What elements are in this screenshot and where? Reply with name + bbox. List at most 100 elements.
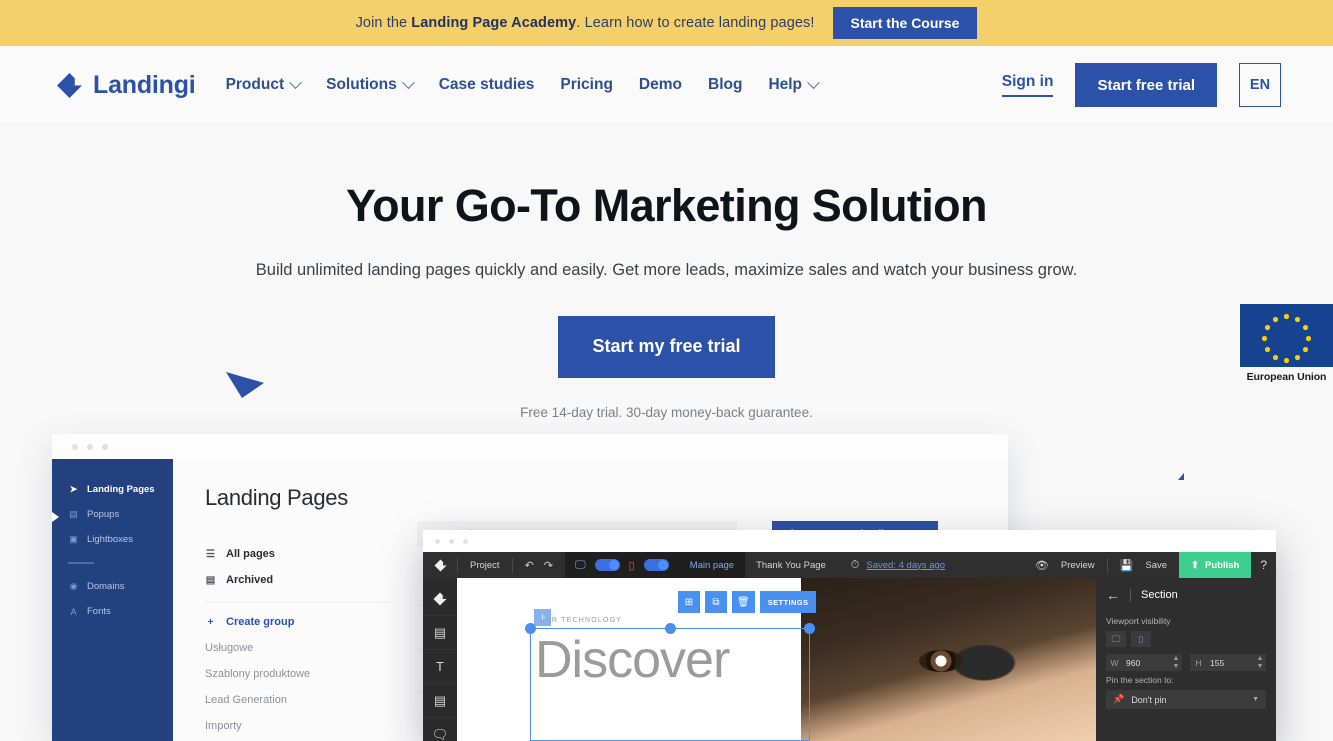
- clock-icon: ⏱: [850, 558, 860, 571]
- trash-icon[interactable]: 🗑: [732, 591, 755, 613]
- nav-item-demo[interactable]: Demo: [639, 76, 682, 94]
- resize-handle[interactable]: [665, 623, 676, 634]
- copy-icon[interactable]: ⧉: [705, 591, 727, 613]
- pin-section-select[interactable]: 📌 Don't pin ▼: [1106, 690, 1266, 709]
- nav-item-label: Demo: [638, 76, 682, 93]
- nav-item-label: Product: [225, 76, 285, 93]
- sidebar-item-landing-pages[interactable]: ➤ Landing Pages: [52, 477, 173, 502]
- logo[interactable]: Landingi: [56, 71, 196, 100]
- nav-item-solutions[interactable]: Solutions: [326, 75, 415, 94]
- redo-icon[interactable]: ↷: [544, 559, 553, 572]
- viewport-visibility-label: Viewport visibility: [1106, 616, 1171, 626]
- element-settings-button[interactable]: SETTINGS: [759, 591, 817, 613]
- nav-actions: Sign in Start free trial EN: [1001, 63, 1281, 107]
- pin-icon: 📌: [1113, 694, 1125, 704]
- sidebar-item-domains[interactable]: ◉ Domains: [52, 574, 173, 599]
- plus-icon: +: [207, 616, 214, 628]
- editor-body: ▤ T ▤ 🗨 + OUR TECHNOLOGY Discover ⊞ ⧉ 🗑 …: [423, 578, 1276, 741]
- group-item[interactable]: Usługowe: [205, 635, 391, 661]
- arrow-left-icon[interactable]: ←: [1106, 587, 1120, 603]
- resize-handle[interactable]: [525, 623, 536, 634]
- publish-label: Publish: [1205, 559, 1240, 571]
- group-item[interactable]: Importy: [205, 713, 391, 739]
- window-dot-close: [435, 538, 440, 544]
- question-mark-icon[interactable]: ?: [1251, 558, 1276, 572]
- nav-item-help[interactable]: Help: [768, 75, 820, 94]
- sidebar-item-label: Landing Pages: [87, 484, 155, 495]
- saved-status[interactable]: Saved: 4 days ago: [859, 560, 945, 571]
- sidebar-item-label: Fonts: [87, 606, 111, 617]
- publish-button[interactable]: ⬆ Publish: [1179, 552, 1252, 578]
- main-navigation: Landingi Product Solutions Case studies …: [0, 46, 1333, 125]
- sidebar-item-popups[interactable]: ▤ Popups: [52, 502, 173, 527]
- stepper-icon[interactable]: ▲ ▼: [1254, 655, 1266, 671]
- create-group-button[interactable]: + Create group: [205, 609, 391, 635]
- mobile-icon[interactable]: ▯: [629, 559, 635, 572]
- landingi-logo-icon[interactable]: [423, 558, 457, 572]
- canvas-photo: [801, 578, 1096, 741]
- sidebar-item-fonts[interactable]: A Fonts: [52, 599, 173, 624]
- button-icon[interactable]: 🗨: [423, 718, 457, 741]
- chevron-down-icon: [289, 75, 302, 89]
- create-group-label: Create group: [226, 616, 295, 628]
- tab-thank-you-page[interactable]: Thank You Page: [745, 552, 837, 578]
- text-icon[interactable]: T: [423, 650, 457, 684]
- filter-archived[interactable]: ▤ Archived: [205, 567, 391, 593]
- desktop-icon[interactable]: 🖵: [1106, 631, 1126, 647]
- section-icon[interactable]: ▤: [423, 616, 457, 650]
- width-field[interactable]: W 960 ▲ ▼: [1106, 654, 1182, 671]
- hero-section: European Union Your Go-To Marketing Solu…: [0, 125, 1333, 480]
- mobile-icon[interactable]: ▯: [1131, 631, 1151, 647]
- banner-text-before: Join the: [355, 15, 412, 31]
- undo-icon[interactable]: ↶: [525, 559, 534, 572]
- group-item[interactable]: Lead Generation: [205, 687, 391, 713]
- popup-icon: ▤: [69, 509, 78, 519]
- canvas-kicker-text: OUR TECHNOLOGY: [539, 617, 623, 624]
- height-field[interactable]: H 155 ▲ ▼: [1190, 654, 1266, 671]
- paper-plane-icon: ➤: [69, 484, 78, 494]
- filter-label: All pages: [226, 548, 275, 560]
- filter-all-pages[interactable]: ☰ All pages: [205, 541, 391, 567]
- editor-canvas[interactable]: + OUR TECHNOLOGY Discover ⊞ ⧉ 🗑 SETTINGS: [457, 578, 1096, 741]
- landingi-logo-icon[interactable]: [423, 582, 457, 616]
- preview-button[interactable]: Preview: [1049, 560, 1107, 571]
- editor-toolbar: Project ↶ ↷ 🖵 ▯ Main page Thank You Page…: [423, 552, 1276, 578]
- group-item[interactable]: Szablony produktowe: [205, 661, 391, 687]
- start-free-trial-button[interactable]: Start free trial: [1075, 63, 1217, 107]
- nav-item-label: Help: [768, 76, 803, 93]
- lightbox-icon: ▣: [69, 534, 78, 544]
- desktop-icon[interactable]: 🖵: [575, 559, 586, 572]
- window-dot-maximize: [102, 443, 108, 450]
- height-label: H: [1195, 657, 1202, 668]
- duplicate-icon[interactable]: ⊞: [678, 591, 700, 613]
- tab-main-page[interactable]: Main page: [678, 552, 746, 578]
- sidebar-divider: [68, 562, 94, 564]
- editor-right-panel: ← Section Viewport visibility 🖵 ▯ W 960 …: [1096, 578, 1276, 741]
- sign-in-link[interactable]: Sign in: [1001, 73, 1054, 97]
- pin-select-value: Don't pin: [1131, 694, 1167, 705]
- width-value: 960: [1126, 657, 1141, 668]
- project-menu[interactable]: Project: [458, 560, 512, 571]
- nav-item-pricing[interactable]: Pricing: [560, 76, 613, 94]
- mobile-visibility-toggle[interactable]: [643, 559, 669, 571]
- nav-item-product[interactable]: Product: [225, 75, 302, 94]
- nav-item-blog[interactable]: Blog: [708, 76, 742, 94]
- stepper-icon[interactable]: ▲ ▼: [1170, 655, 1182, 671]
- panel-header: ← Section: [1106, 587, 1266, 612]
- active-item-caret-icon: [52, 512, 59, 522]
- editor-titlebar: [423, 530, 1276, 552]
- box-icon[interactable]: ▤: [423, 684, 457, 718]
- save-button[interactable]: Save: [1133, 560, 1179, 571]
- resize-handle[interactable]: [804, 623, 815, 634]
- start-my-free-trial-button[interactable]: Start my free trial: [558, 315, 775, 378]
- element-action-bar: ⊞ ⧉ 🗑 SETTINGS: [678, 591, 817, 613]
- announcement-banner: Join the Landing Page Academy. Learn how…: [0, 0, 1333, 46]
- sidebar-item-lightboxes[interactable]: ▣ Lightboxes: [52, 527, 173, 552]
- sidebar-item-label: Domains: [87, 581, 125, 592]
- desktop-visibility-toggle[interactable]: [594, 559, 620, 571]
- language-switcher[interactable]: EN: [1239, 63, 1281, 107]
- nav-item-case-studies[interactable]: Case studies: [439, 76, 535, 94]
- banner-highlight: Landing Page Academy: [411, 15, 577, 31]
- start-the-course-button[interactable]: Start the Course: [832, 7, 978, 39]
- eu-badge-label: European Union: [1240, 367, 1333, 385]
